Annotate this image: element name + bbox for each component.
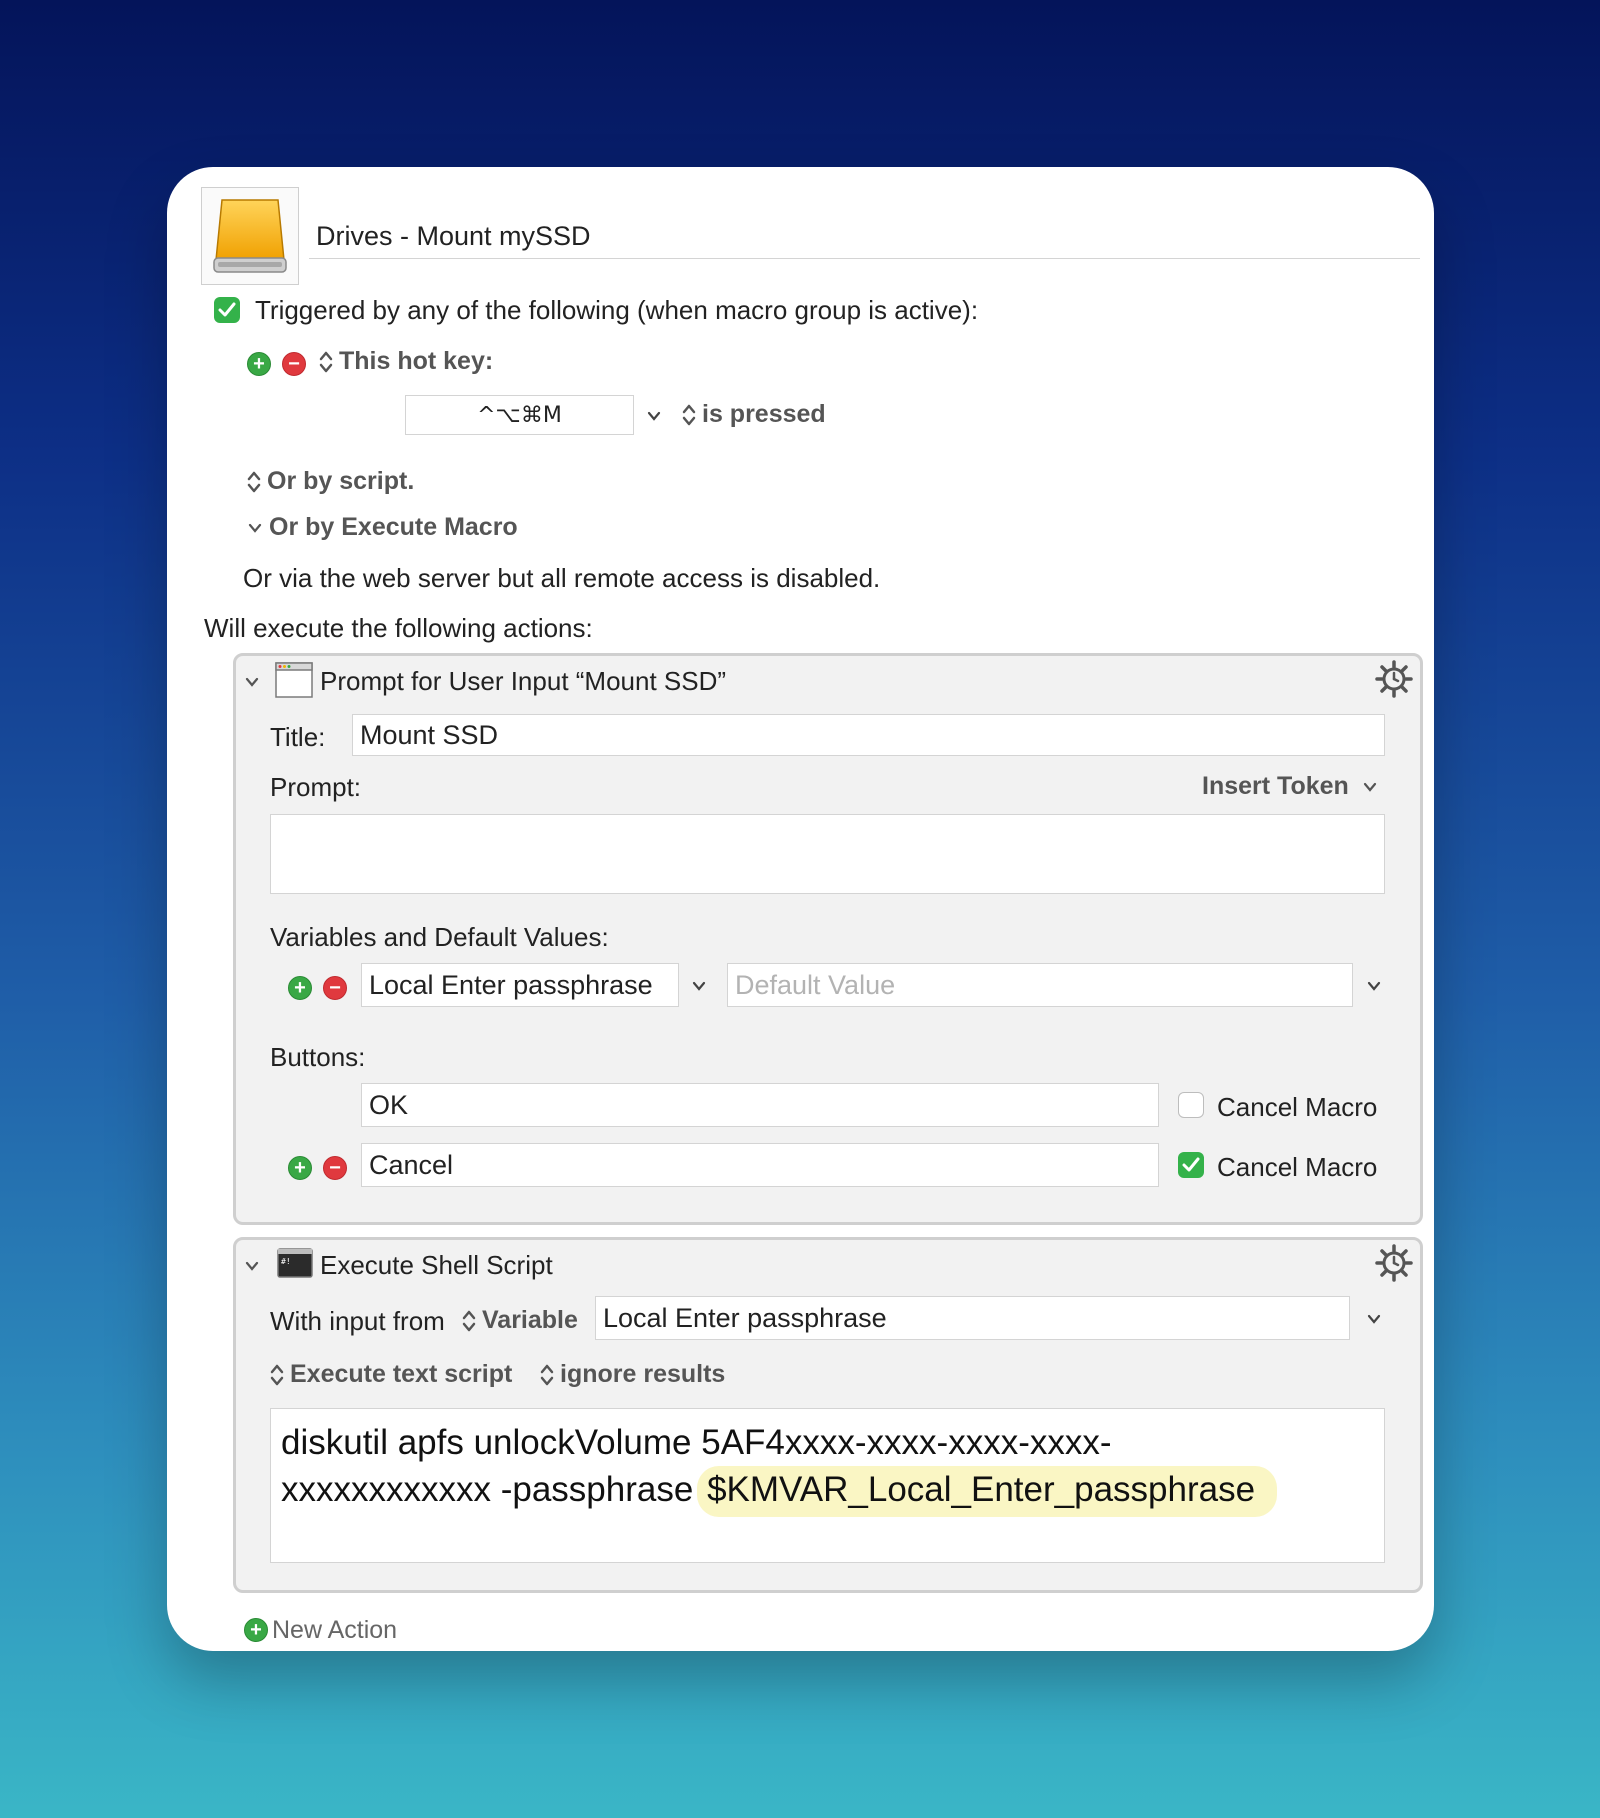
buttons-label: Buttons:: [270, 1042, 366, 1072]
window-icon: [275, 662, 313, 698]
input-variable-value: Local Enter passphrase: [603, 1302, 887, 1333]
plus-icon: +: [250, 1619, 262, 1641]
remove-trigger-button[interactable]: −: [282, 352, 306, 376]
execute-mode-label: Execute text script: [290, 1360, 513, 1388]
or-by-execute-macro-disclosure[interactable]: Or by Execute Macro: [247, 513, 518, 542]
with-input-from-label: With input from: [270, 1306, 445, 1336]
minus-icon: −: [329, 977, 341, 999]
action-title: Execute Shell Script: [320, 1250, 553, 1280]
collapse-action-chevron-icon[interactable]: [244, 674, 260, 690]
variable-name: Local Enter passphrase: [369, 969, 653, 1000]
hotkey-condition-popup[interactable]: is pressed: [682, 400, 826, 429]
execute-shell-script-action: #! Execute Shell Script With input from …: [233, 1237, 1423, 1593]
default-value-dropdown-chevron-icon[interactable]: [1366, 978, 1382, 994]
results-mode-label: ignore results: [560, 1360, 726, 1388]
prompt-for-user-input-action: Prompt for User Input “Mount SSD” Title:…: [233, 653, 1423, 1225]
triggers-header: Triggered by any of the following (when …: [255, 295, 979, 325]
default-value-placeholder: Default Value: [735, 969, 896, 1000]
collapse-action-chevron-icon[interactable]: [244, 1258, 260, 1274]
cancel-cancel-macro-label: Cancel Macro: [1217, 1152, 1378, 1182]
hotkey-condition-label: is pressed: [702, 400, 826, 428]
plus-icon: +: [294, 977, 306, 999]
checkmark-icon: [218, 302, 236, 317]
updown-arrows-icon: [540, 1365, 554, 1386]
terminal-icon: #!: [277, 1248, 313, 1278]
button-ok-label: OK: [369, 1089, 409, 1120]
script-line-1: diskutil apfs unlockVolume 5AF4xxxx-xxxx…: [281, 1423, 1112, 1462]
input-variable-field[interactable]: Local Enter passphrase: [595, 1296, 1350, 1340]
cancel-cancel-macro-checkbox[interactable]: [1178, 1152, 1204, 1178]
chevron-down-icon: [1363, 783, 1376, 793]
minus-icon: −: [329, 1157, 341, 1179]
external-drive-icon: [213, 199, 287, 273]
title-label: Title:: [270, 722, 326, 752]
or-by-execute-macro-label: Or by Execute Macro: [269, 513, 518, 541]
updown-arrows-icon: [247, 472, 261, 493]
add-variable-button[interactable]: +: [288, 976, 312, 1000]
minus-icon: −: [288, 353, 300, 375]
svg-text:#!: #!: [281, 1257, 291, 1266]
action-title: Prompt for User Input “Mount SSD”: [320, 666, 727, 696]
variable-name-field[interactable]: Local Enter passphrase: [361, 963, 679, 1007]
new-action-button[interactable]: New Action: [272, 1616, 397, 1645]
script-line-2: xxxxxxxxxxxx -passphrase $KMVAR_Local_En…: [281, 1466, 1278, 1517]
button-cancel-field[interactable]: Cancel: [361, 1143, 1159, 1187]
web-server-note: Or via the web server but all remote acc…: [243, 563, 881, 593]
prompt-textarea[interactable]: [270, 814, 1385, 894]
triggers-enabled-checkbox[interactable]: [214, 297, 240, 323]
hotkey-value: ^⌥⌘M: [477, 402, 562, 428]
macro-editor-panel: Drives - Mount mySSD Triggered by any of…: [167, 167, 1434, 1651]
variables-label: Variables and Default Values:: [270, 922, 609, 952]
insert-token-label: Insert Token: [1202, 772, 1349, 800]
plus-icon: +: [294, 1157, 306, 1179]
title-value: Mount SSD: [360, 719, 499, 750]
or-by-script-label: Or by script.: [267, 467, 415, 495]
prompt-label: Prompt:: [270, 772, 362, 802]
execute-mode-popup[interactable]: Execute text script: [270, 1360, 512, 1389]
macro-icon-well[interactable]: [201, 187, 299, 285]
title-field[interactable]: Mount SSD: [352, 714, 1385, 756]
gear-icon[interactable]: [1375, 1244, 1413, 1282]
variable-dropdown-chevron-icon[interactable]: [691, 978, 707, 994]
add-trigger-button[interactable]: +: [247, 352, 271, 376]
ok-cancel-macro-label: Cancel Macro: [1217, 1092, 1378, 1122]
plus-icon: +: [253, 353, 265, 375]
trigger-type-popup[interactable]: This hot key:: [319, 347, 493, 376]
remove-button-button[interactable]: −: [323, 1156, 347, 1180]
results-mode-popup[interactable]: ignore results: [540, 1360, 725, 1389]
trigger-type-label: This hot key:: [339, 347, 494, 375]
button-ok-field[interactable]: OK: [361, 1083, 1159, 1127]
hotkey-dropdown-chevron-icon[interactable]: [646, 408, 662, 424]
input-source-label: Variable: [482, 1306, 578, 1334]
updown-arrows-icon: [319, 352, 333, 373]
button-cancel-label: Cancel: [369, 1149, 454, 1180]
input-variable-dropdown-chevron-icon[interactable]: [1366, 1311, 1382, 1327]
updown-arrows-icon: [462, 1311, 476, 1332]
input-source-popup[interactable]: Variable: [462, 1306, 578, 1335]
macro-name: Drives - Mount mySSD: [316, 221, 591, 251]
insert-token-menu[interactable]: Insert Token: [1202, 772, 1378, 801]
default-value-field[interactable]: Default Value: [727, 963, 1353, 1007]
new-action-add-icon[interactable]: +: [244, 1618, 268, 1642]
checkmark-icon: [1182, 1157, 1200, 1172]
gear-icon[interactable]: [1375, 660, 1413, 698]
add-button-button[interactable]: +: [288, 1156, 312, 1180]
remove-variable-button[interactable]: −: [323, 976, 347, 1000]
actions-header: Will execute the following actions:: [204, 613, 593, 643]
script-variable-highlight: $KMVAR_Local_Enter_passphrase: [697, 1466, 1278, 1517]
macro-name-field[interactable]: Drives - Mount mySSD: [309, 215, 1420, 259]
hotkey-field[interactable]: ^⌥⌘M: [405, 395, 634, 435]
updown-arrows-icon: [270, 1365, 284, 1386]
or-by-script-popup[interactable]: Or by script.: [247, 467, 414, 496]
chevron-down-icon: [248, 524, 262, 534]
script-textarea[interactable]: diskutil apfs unlockVolume 5AF4xxxx-xxxx…: [270, 1408, 1385, 1563]
script-line-2-text: xxxxxxxxxxxx -passphrase: [281, 1470, 704, 1509]
ok-cancel-macro-checkbox[interactable]: [1178, 1092, 1204, 1118]
updown-arrows-icon: [682, 405, 696, 426]
script-content: diskutil apfs unlockVolume 5AF4xxxx-xxxx…: [281, 1419, 1278, 1517]
